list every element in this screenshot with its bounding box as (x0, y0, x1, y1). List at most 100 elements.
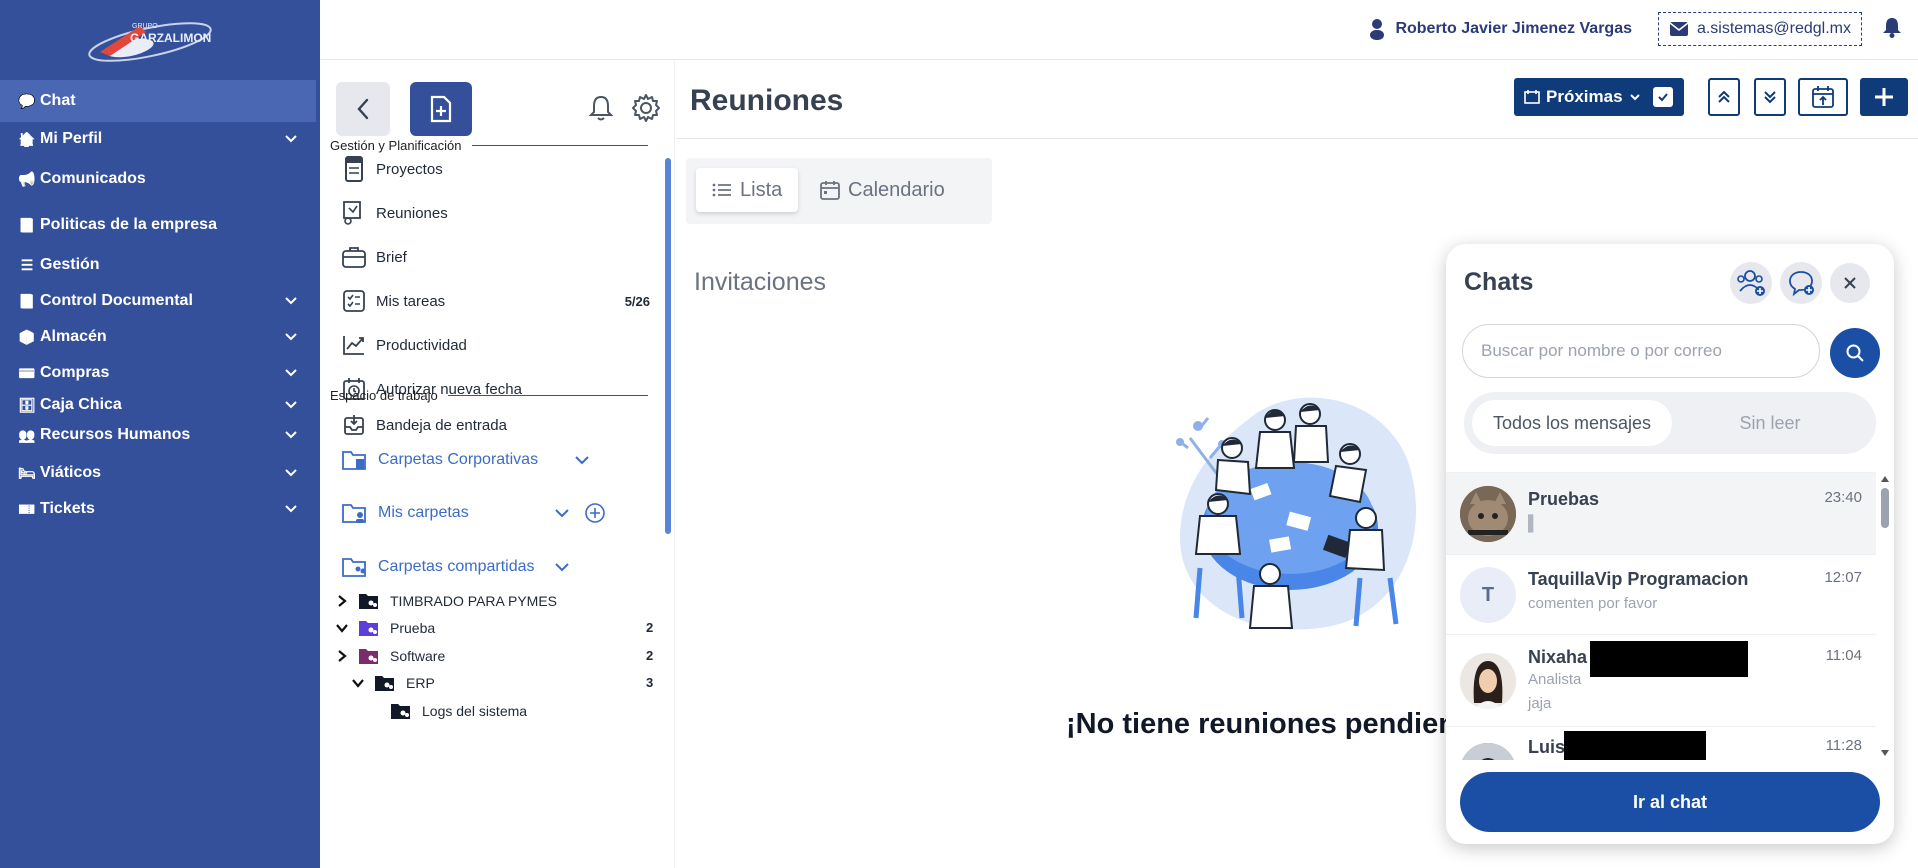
chevron-right-icon[interactable] (334, 649, 350, 663)
chevron-down-icon (285, 297, 297, 305)
folder-mis-carpetas[interactable]: Mis carpetas (340, 496, 640, 530)
sidebar-item-tickets[interactable]: 🎫 Tickets (0, 488, 316, 530)
expand-all-button[interactable] (1754, 78, 1786, 116)
sidebar-item-comunicados[interactable]: 📢 Comunicados (0, 158, 316, 200)
chat-scrollbar[interactable] (1878, 472, 1892, 760)
back-button[interactable] (336, 82, 390, 136)
panel-item-proyectos[interactable]: Proyectos (340, 154, 650, 184)
chat-search-button[interactable] (1830, 328, 1880, 378)
chat-preview: comenten por favor (1528, 595, 1658, 612)
sidebar-item-label: Politicas de la empresa (40, 216, 217, 233)
chevron-down-icon[interactable] (574, 454, 590, 466)
chat-name: Nixaha (1528, 647, 1588, 667)
collapse-all-button[interactable] (1708, 78, 1740, 116)
envelope-icon (1669, 22, 1689, 36)
chevron-down-icon[interactable] (554, 507, 570, 519)
calendar-range-icon (1524, 90, 1540, 104)
chevron-down-icon[interactable] (334, 623, 350, 633)
header-divider (676, 138, 1918, 139)
panel-item-mis-tareas[interactable]: Mis tareas 5/26 (340, 286, 650, 316)
sidebar-item-mi-perfil[interactable]: 🏠 Mi Perfil (0, 118, 316, 160)
chat-row[interactable]: T TaquillaVip Programacion comenten por … (1446, 555, 1876, 635)
chevron-down-icon[interactable] (554, 561, 570, 573)
sidebar-item-chat[interactable]: 💬 Chat (0, 80, 316, 122)
folder-mis-carpetas-label: Mis carpetas (378, 504, 469, 521)
section-workspace-label: Espacio de trabajo (330, 388, 438, 403)
svg-text:GRUPO: GRUPO (132, 23, 158, 30)
chat-name: Pruebas (1528, 489, 1600, 509)
tab-todos[interactable]: Todos los mensajes (1472, 400, 1672, 446)
go-to-chat-button[interactable]: Ir al chat (1460, 772, 1880, 832)
tab-calendario-label: Calendario (848, 178, 945, 201)
meeting-icon (340, 200, 368, 226)
folder-corporativas[interactable]: Carpetas Corporativas (340, 443, 640, 477)
chat-popup: Chats Buscar por nombre o por correo Tod… (1446, 244, 1894, 844)
panel-item-reuniones[interactable]: Reuniones (340, 198, 650, 228)
credit-card-icon: 💳 (18, 364, 36, 381)
tab-sin-leer[interactable]: Sin leer (1670, 400, 1870, 446)
chevron-down-icon (285, 469, 297, 477)
panel-item-productividad[interactable]: Productividad (340, 330, 650, 360)
new-chat-button[interactable] (1780, 262, 1822, 304)
panel-bell-icon[interactable] (588, 94, 614, 127)
notifications-bell-icon[interactable] (1882, 16, 1902, 43)
tree-folder[interactable]: TIMBRADO PARA PYMES (334, 588, 557, 614)
settings-gear-icon[interactable] (630, 92, 662, 129)
svg-text:GARZALIMON: GARZALIMON (130, 31, 211, 45)
home-icon: 🏠 (18, 130, 36, 147)
users-add-icon (1737, 270, 1765, 296)
sidebar-item-recursos-humanos[interactable]: 👥 Recursos Humanos (0, 414, 316, 456)
email-text: a.sistemas@redgl.mx (1696, 20, 1851, 37)
folder-compartidas-label: Carpetas compartidas (378, 558, 535, 575)
plus-icon (1875, 88, 1893, 106)
tree-folder[interactable]: Logs del sistema (366, 698, 527, 724)
sidebar: GRUPO GARZALIMON 💬 Chat 🏠 Mi Perfil 📢 Comunic… (0, 0, 320, 868)
chevrons-down-icon (1764, 91, 1776, 104)
calendar-export-button[interactable] (1798, 78, 1848, 116)
sidebar-item-label: Control Documental (40, 292, 193, 309)
chat-row[interactable]: Pruebas ▌ 23:40 (1446, 473, 1876, 555)
checklist-icon (340, 289, 368, 313)
tree-folder-label: Software (390, 648, 446, 664)
chat-row[interactable]: Nixaha Analista jaja 11:04 (1446, 635, 1876, 727)
chat-time: 11:28 (1825, 737, 1862, 754)
chat-list: Pruebas ▌ 23:40 T TaquillaVip Programaci… (1446, 472, 1876, 760)
close-chat-button[interactable] (1830, 263, 1870, 303)
tab-calendario[interactable]: Calendario (804, 168, 961, 212)
sidebar-item-label: Tickets (40, 500, 95, 517)
upcoming-filter-button[interactable]: Próximas (1514, 78, 1684, 116)
sidebar-item-label: Recursos Humanos (40, 426, 191, 443)
chat-row[interactable]: Luis 11:28 (1446, 727, 1876, 760)
tree-folder[interactable]: Software (334, 643, 445, 669)
shared-folder-icon (356, 646, 382, 666)
email-badge[interactable]: a.sistemas@redgl.mx (1657, 12, 1862, 46)
close-icon (1844, 277, 1856, 289)
inbox-item[interactable]: Bandeja de entrada (340, 410, 650, 440)
section-workspace-header: Espacio de trabajo (330, 388, 648, 403)
chat-add-icon (1789, 271, 1814, 297)
chat-time: 23:40 (1824, 489, 1862, 506)
boxes-icon: 📦 (18, 328, 36, 345)
chevron-down-icon[interactable] (350, 678, 366, 688)
tree-folder[interactable]: Prueba (334, 615, 435, 641)
tab-lista-label: Lista (740, 178, 783, 201)
user-info[interactable]: Roberto Javier Jimenez Vargas (1369, 18, 1632, 40)
book-icon: 📘 (18, 292, 36, 309)
tab-lista[interactable]: Lista (696, 168, 799, 212)
folder-compartidas[interactable]: Carpetas compartidas (340, 550, 640, 584)
add-folder-circle-icon[interactable] (584, 502, 606, 524)
tree-folder[interactable]: ERP (350, 670, 435, 696)
folder-user-icon (340, 501, 370, 525)
chevron-right-icon[interactable] (334, 594, 350, 608)
new-item-button[interactable] (410, 82, 472, 136)
panel-item-brief[interactable]: Brief (340, 242, 650, 272)
new-group-button[interactable] (1730, 262, 1772, 304)
folder-count: 2 (646, 620, 654, 635)
sidebar-item-politicas-de-la-empresa[interactable]: 📘 Politicas de la empresa (0, 204, 316, 246)
sidebar-item-label: Comunicados (40, 170, 146, 187)
notebook-icon (340, 156, 368, 182)
checkbox-checked-icon[interactable] (1652, 87, 1673, 107)
add-meeting-button[interactable] (1860, 78, 1908, 116)
panel-scrollbar[interactable] (665, 158, 671, 534)
chat-search-input[interactable]: Buscar por nombre o por correo (1462, 324, 1820, 378)
